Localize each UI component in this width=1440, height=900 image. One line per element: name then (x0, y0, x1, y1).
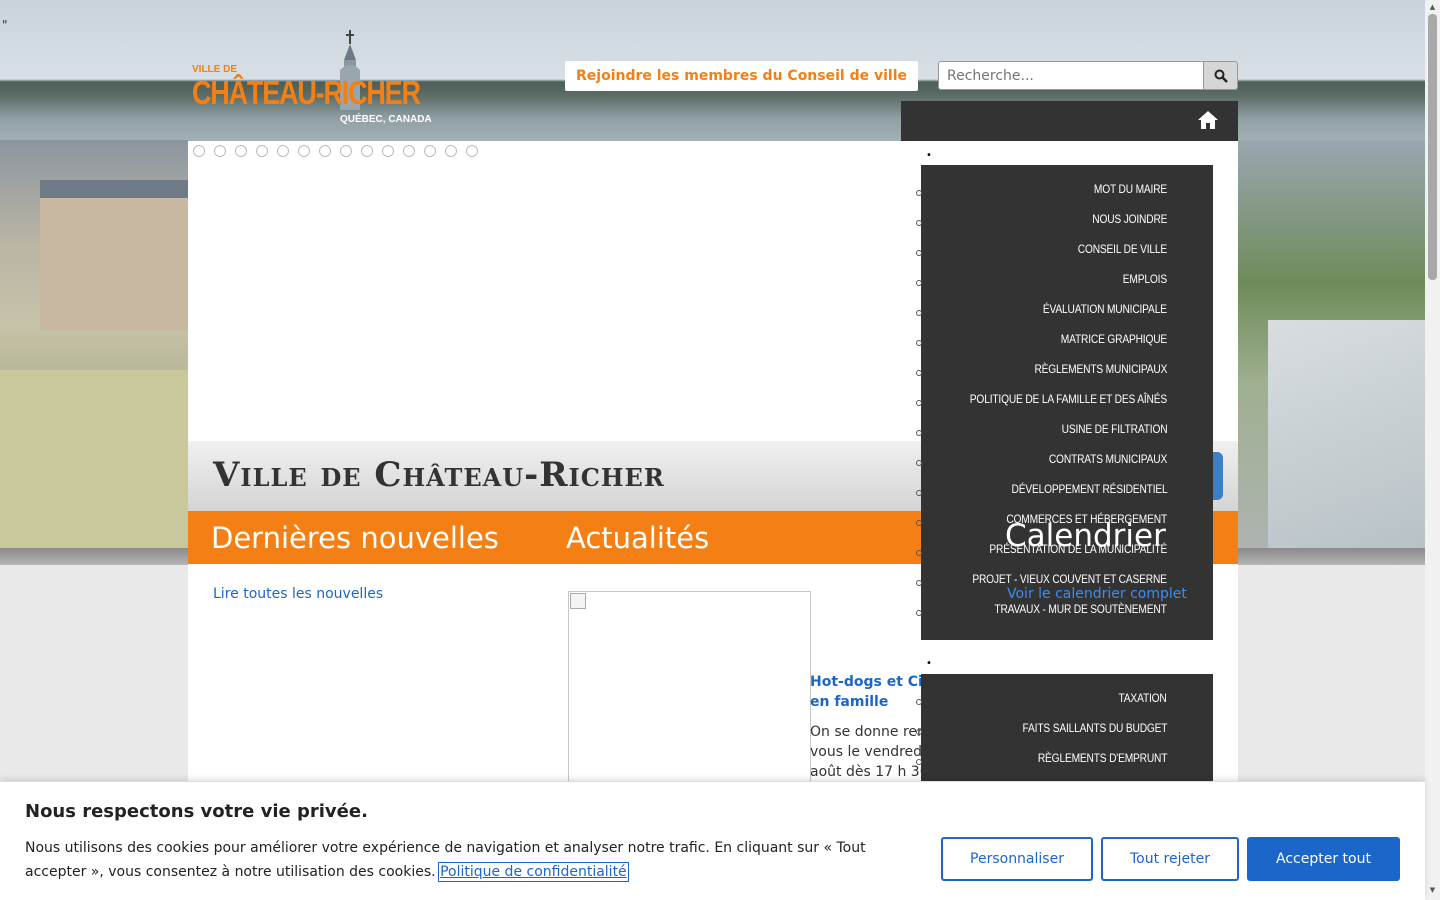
slider-dot[interactable] (277, 145, 289, 157)
house-illustration (0, 370, 188, 548)
background-photo-right (1238, 140, 1425, 548)
home-icon[interactable] (1197, 110, 1219, 130)
list-bullet-circle (916, 430, 922, 436)
scrollbar-thumb[interactable] (1428, 14, 1437, 280)
slider-dot[interactable] (445, 145, 457, 157)
slider-dot[interactable] (214, 145, 226, 157)
join-council-button[interactable]: Rejoindre les membres du Conseil de vill… (565, 61, 918, 91)
broken-image-icon (570, 593, 586, 609)
read-all-news-link[interactable]: Lire toutes les nouvelles (213, 586, 383, 602)
list-bullet-circle (916, 699, 922, 705)
slider-pagination (193, 145, 478, 157)
nav-menu-item[interactable]: Évaluation municipale (1043, 302, 1167, 316)
logo-subtitle: QUÉBEC, CANADA (340, 114, 432, 125)
nav-menu-item[interactable]: Faits saillants du budget (1022, 721, 1167, 735)
list-bullet: • (926, 658, 932, 669)
list-bullet-circle (916, 759, 922, 765)
stray-character: " (2, 18, 8, 32)
nav-menu-item[interactable]: Projet - Vieux couvent et caserne (973, 572, 1168, 586)
nav-menu-item[interactable]: Contrats municipaux (1049, 452, 1167, 466)
nav-menu-item[interactable]: Politique de la famille et des aînés (970, 392, 1167, 406)
scroll-up-arrow-icon[interactable]: ▲ (1428, 3, 1437, 11)
search-input[interactable] (938, 61, 1204, 90)
customize-cookies-button[interactable]: Personnaliser (941, 837, 1093, 881)
cookie-title: Nous respectons votre vie privée. (25, 801, 368, 822)
list-bullet-circle (916, 610, 922, 616)
full-calendar-link[interactable]: Voir le calendrier complet (1007, 586, 1187, 602)
nav-menu-item[interactable]: Règlements municipaux (1034, 362, 1167, 376)
list-bullet-circle (916, 280, 922, 286)
news-section-heading: Dernières nouvelles (211, 521, 499, 555)
slider-dot[interactable] (298, 145, 310, 157)
slider-dot[interactable] (340, 145, 352, 157)
list-bullet-circle (916, 400, 922, 406)
list-bullet-circle (916, 250, 922, 256)
nav-menu-item[interactable]: Usine de filtration (1061, 422, 1167, 436)
reject-all-button[interactable]: Tout rejeter (1101, 837, 1239, 881)
slider-dot[interactable] (319, 145, 331, 157)
list-bullet-circle (916, 370, 922, 376)
nav-menu-item[interactable]: Travaux - mur de soutènement (995, 602, 1167, 616)
list-bullet-circle (916, 729, 922, 735)
page-title: Ville de Château-Richer (213, 455, 665, 495)
slider-dot[interactable] (403, 145, 415, 157)
list-bullet-circle (916, 460, 922, 466)
calendar-heading: Calendrier (1005, 518, 1166, 554)
actualites-section-heading: Actualités (566, 521, 710, 555)
list-bullet-circle (916, 580, 922, 586)
slider-dot[interactable] (382, 145, 394, 157)
nav-menu-item[interactable]: Emplois (1123, 272, 1167, 286)
slider-dot[interactable] (256, 145, 268, 157)
nav-menu-item[interactable]: Conseil de ville (1078, 242, 1167, 256)
search-button[interactable] (1203, 61, 1238, 90)
slider-dot[interactable] (361, 145, 373, 157)
nav-menu-item[interactable]: Règlements d'emprunt (1038, 751, 1168, 765)
list-bullet-circle (916, 490, 922, 496)
nav-menu-item[interactable]: Matrice graphique (1061, 332, 1167, 346)
slider-dot[interactable] (235, 145, 247, 157)
list-bullet-circle (916, 550, 922, 556)
slider-dot[interactable] (466, 145, 478, 157)
list-bullet-circle (916, 520, 922, 526)
site-logo[interactable]: VILLE DE CHÂTEAU-RICHER QUÉBEC, CANADA (192, 30, 432, 130)
list-bullet: • (926, 150, 932, 161)
scroll-down-arrow-icon[interactable]: ▼ (1428, 886, 1437, 894)
accept-all-button[interactable]: Accepter tout (1247, 837, 1400, 881)
news-image[interactable] (568, 591, 811, 791)
list-bullet-circle (916, 190, 922, 196)
cookie-text: Nous utilisons des cookies pour améliore… (25, 836, 905, 884)
top-nav-bar (901, 101, 1238, 141)
search-icon (1214, 69, 1228, 83)
background-photo-left (0, 140, 188, 548)
logo-name-text: CHÂTEAU-RICHER (192, 74, 421, 111)
slider-dot[interactable] (193, 145, 205, 157)
slider-dot[interactable] (424, 145, 436, 157)
list-bullet-circle (916, 340, 922, 346)
nav-menu-item[interactable]: Taxation (1119, 691, 1167, 705)
nav-menu-item[interactable]: Nous joindre (1092, 212, 1167, 226)
house-illustration (40, 180, 188, 330)
deck-illustration (1268, 320, 1425, 548)
list-bullet-circle (916, 220, 922, 226)
nav-menu-item[interactable]: Mot du maire (1094, 182, 1167, 196)
nav-menu-item[interactable]: Développement résidentiel (1011, 482, 1167, 496)
privacy-policy-link[interactable]: Politique de confidentialité (438, 862, 629, 882)
list-bullet-circle (916, 310, 922, 316)
